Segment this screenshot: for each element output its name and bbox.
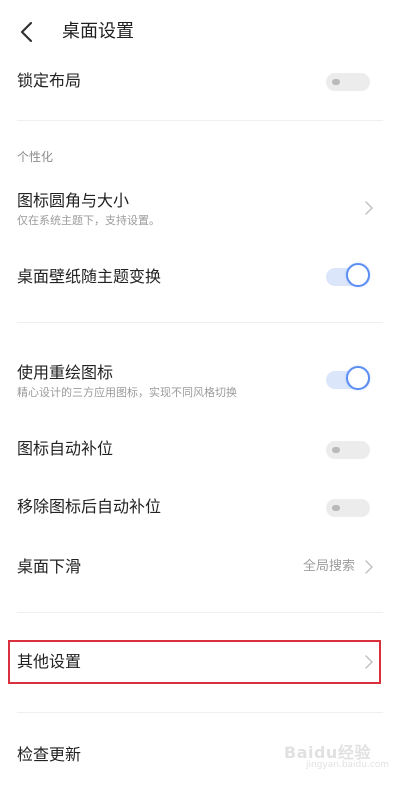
chevron-right-icon	[363, 654, 375, 670]
lock-layout-row[interactable]: 锁定布局	[0, 62, 400, 102]
lock-layout-label: 锁定布局	[17, 71, 82, 90]
remove-autofill-toggle[interactable]	[326, 496, 370, 520]
other-settings-label: 其他设置	[17, 652, 82, 671]
title-bar: 桌面设置	[0, 0, 400, 62]
wallpaper-follow-toggle[interactable]	[326, 263, 370, 289]
divider	[17, 120, 383, 121]
back-icon[interactable]	[14, 18, 40, 46]
swipe-down-value: 全局搜索	[302, 559, 355, 574]
other-settings-row[interactable]: 其他设置	[0, 640, 400, 684]
wallpaper-follow-label: 桌面壁纸随主题变换	[17, 267, 162, 286]
chevron-right-icon	[363, 559, 375, 575]
watermark-sub: jingyan.baidu.com	[306, 760, 390, 770]
icon-shape-row[interactable]: 图标圆角与大小 仅在系统主题下，支持设置。	[0, 180, 400, 236]
divider	[17, 612, 383, 613]
remove-autofill-label: 移除图标后自动补位	[17, 497, 162, 516]
wallpaper-follow-row[interactable]: 桌面壁纸随主题变换	[0, 256, 400, 298]
swipe-down-row[interactable]: 桌面下滑 全局搜索	[0, 546, 400, 588]
redrawn-icons-subtitle: 精心设计的三方应用图标，实现不同风格切换	[17, 386, 237, 399]
icon-autofill-toggle[interactable]	[326, 438, 370, 462]
redrawn-icons-row[interactable]: 使用重绘图标 精心设计的三方应用图标，实现不同风格切换	[0, 354, 400, 404]
icon-autofill-label: 图标自动补位	[17, 439, 114, 458]
watermark-logo: Baidu经验 jingyan.baidu.com	[276, 734, 389, 776]
icon-autofill-row[interactable]: 图标自动补位	[0, 428, 400, 470]
swipe-down-label: 桌面下滑	[17, 557, 82, 576]
remove-autofill-row[interactable]: 移除图标后自动补位	[0, 486, 400, 528]
lock-layout-toggle[interactable]	[326, 70, 370, 94]
icon-shape-subtitle: 仅在系统主题下，支持设置。	[17, 214, 160, 227]
redrawn-icons-toggle[interactable]	[326, 366, 370, 392]
check-update-label: 检查更新	[17, 745, 82, 764]
chevron-right-icon	[363, 200, 375, 216]
divider	[17, 322, 383, 323]
icon-shape-label: 图标圆角与大小	[17, 191, 130, 210]
page-title: 桌面设置	[62, 21, 134, 42]
divider	[17, 712, 383, 713]
redrawn-icons-label: 使用重绘图标	[17, 363, 114, 382]
section-title-personalize: 个性化	[17, 150, 54, 164]
